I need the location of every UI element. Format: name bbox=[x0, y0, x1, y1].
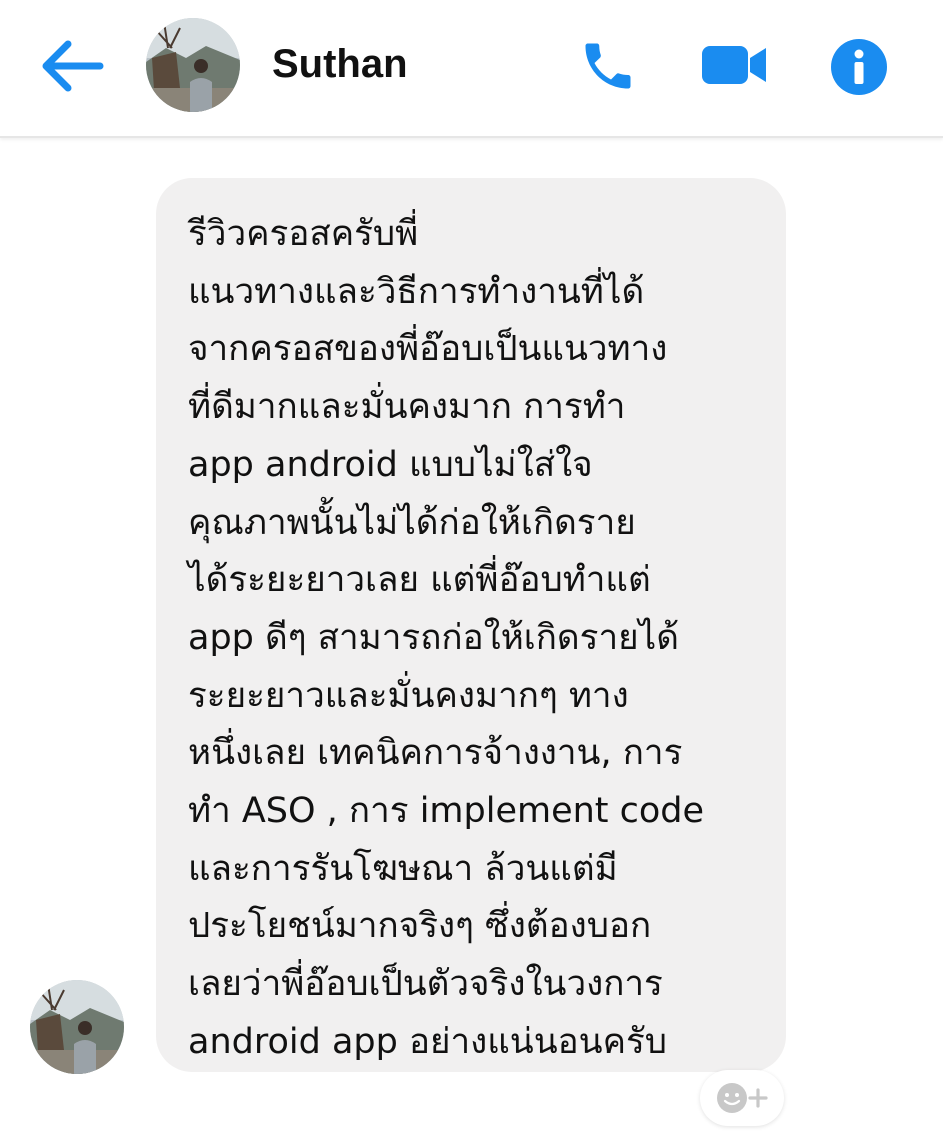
phone-icon bbox=[585, 43, 631, 89]
message-line: รีวิวครอสครับพี่ bbox=[188, 214, 419, 254]
message-line: ประโยชน์มากจริงๆ ซึ่งต้องบอก bbox=[188, 906, 652, 947]
message-line: app ดีๆ สามารถก่อให้เกิดรายได้ bbox=[188, 617, 679, 658]
message-line: และการรันโฆษณา ล้วนแต่มี bbox=[188, 848, 618, 889]
contact-avatar[interactable] bbox=[146, 18, 240, 112]
message-line: แนวทางและวิธีการทำงานที่ได้ bbox=[188, 271, 645, 312]
info-icon bbox=[831, 39, 887, 95]
message-line: เลยว่าพี่อ๊อบเป็นตัวจริงในวงการ bbox=[188, 964, 663, 1005]
back-button[interactable] bbox=[38, 36, 104, 96]
add-reaction-button[interactable] bbox=[700, 1070, 784, 1126]
message-line: ระยะยาวและมั่นคงมากๆ ทาง bbox=[188, 675, 629, 716]
message-line: จากครอสของพี่อ๊อบเป็นแนวทาง bbox=[188, 329, 668, 370]
message-line: ทำ ASO , การ implement code bbox=[188, 791, 705, 832]
add-reaction-icon bbox=[717, 1083, 768, 1113]
message-line: คุณภาพนั้นไม่ได้ก่อให้เกิดราย bbox=[188, 502, 636, 543]
message-line: หนึ่งเลย เทคนิคการจ้างงาน, การ bbox=[188, 733, 683, 774]
info-button[interactable] bbox=[830, 38, 888, 96]
message-line: ที่ดีมากและมั่นคงมาก การทำ bbox=[188, 387, 626, 428]
back-arrow-icon bbox=[42, 40, 104, 92]
message-line: android app อย่างแน่นอนครับ bbox=[188, 1021, 668, 1062]
video-call-button[interactable] bbox=[700, 40, 770, 90]
call-button[interactable] bbox=[578, 36, 638, 96]
message-bubble[interactable]: รีวิวครอสครับพี่ แนวทางและวิธีการทำงานที… bbox=[156, 178, 786, 1072]
contact-name[interactable]: Suthan bbox=[272, 40, 408, 88]
video-camera-icon bbox=[702, 46, 766, 84]
message-line: app android แบบไม่ใส่ใจ bbox=[188, 444, 593, 485]
sender-avatar[interactable] bbox=[30, 980, 124, 1074]
conversation-header: Suthan bbox=[0, 0, 943, 138]
message-line: ได้ระยะยาวเลย แต่พี่อ๊อบทำแต่ bbox=[188, 560, 651, 601]
